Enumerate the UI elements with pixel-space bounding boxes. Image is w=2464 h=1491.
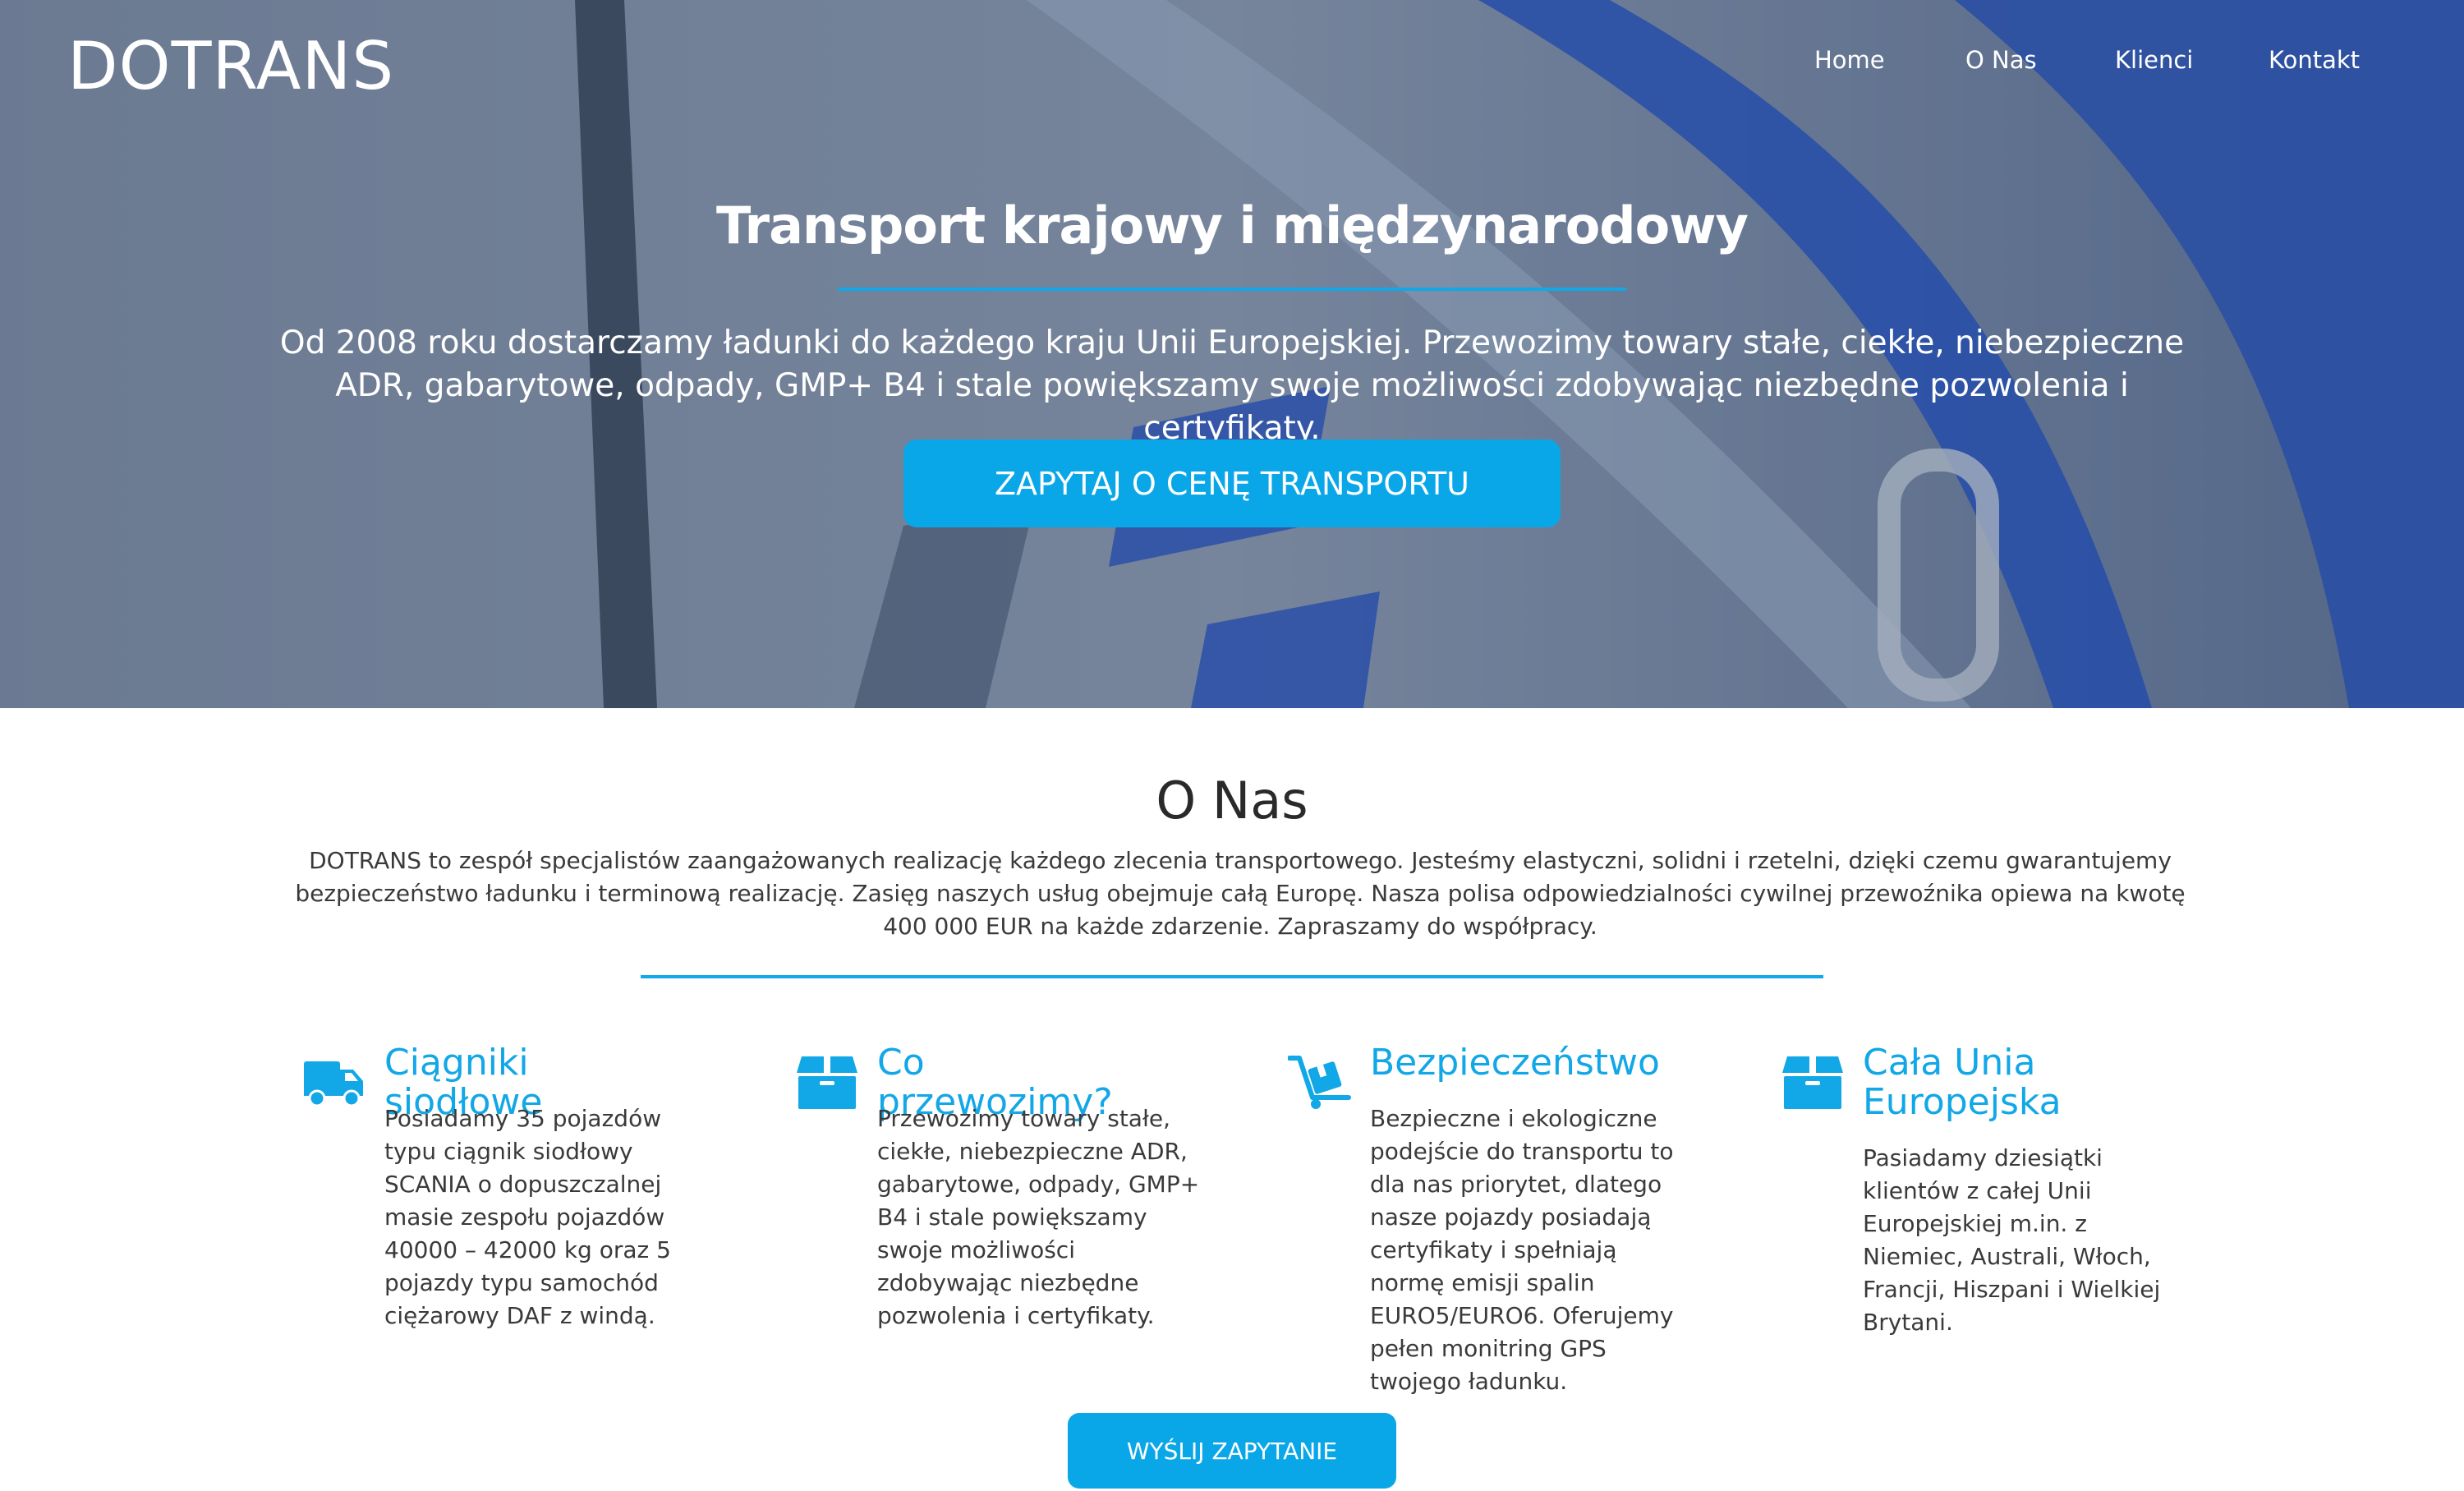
box-icon [797, 1056, 857, 1109]
nav-link-home[interactable]: Home [1814, 46, 1885, 74]
dolly-icon [1288, 1056, 1351, 1109]
nav-link-o-nas[interactable]: O Nas [1965, 46, 2037, 74]
about-description: DOTRANS to zespół specjalistów zaangażow… [295, 847, 2186, 940]
box-icon [1782, 1056, 1843, 1109]
feature-text: Pasiadamy dziesiątki klientów z całej Un… [1863, 1144, 2161, 1336]
feature-title: Bezpieczeństwo [1370, 1042, 1660, 1084]
about-title: O Nas [1156, 771, 1308, 831]
send-inquiry-button[interactable]: WYŚLIJ ZAPYTANIE [1068, 1413, 1396, 1489]
hero-description: Od 2008 roku dostarczamy ładunki do każd… [279, 324, 2185, 447]
hero-section: DOTRANS Home O Nas Klienci Kontakt Trans… [0, 0, 2464, 708]
feature-text: Bezpieczne i ekologiczne podejście do tr… [1370, 1105, 1674, 1395]
feature-text: Posiadamy 35 pojazdów typu ciągnik siodł… [384, 1105, 671, 1329]
hero-title: Transport krajowy i międzynarodowy [716, 196, 1749, 255]
truck-icon [304, 1061, 363, 1107]
feature-title: Cała Unia Europejska [1863, 1042, 2062, 1123]
nav-link-klienci[interactable]: Klienci [2115, 46, 2193, 74]
price-inquiry-button[interactable]: ZAPYTAJ O CENĘ TRANSPORTU [903, 439, 1561, 527]
main-nav: Home O Nas Klienci Kontakt [0, 46, 2464, 79]
feature-text: Przewozimy towary stałe, ciekłe, niebezp… [877, 1105, 1200, 1329]
hero-divider [838, 288, 1626, 291]
about-divider [641, 975, 1823, 978]
nav-link-kontakt[interactable]: Kontakt [2269, 46, 2360, 74]
